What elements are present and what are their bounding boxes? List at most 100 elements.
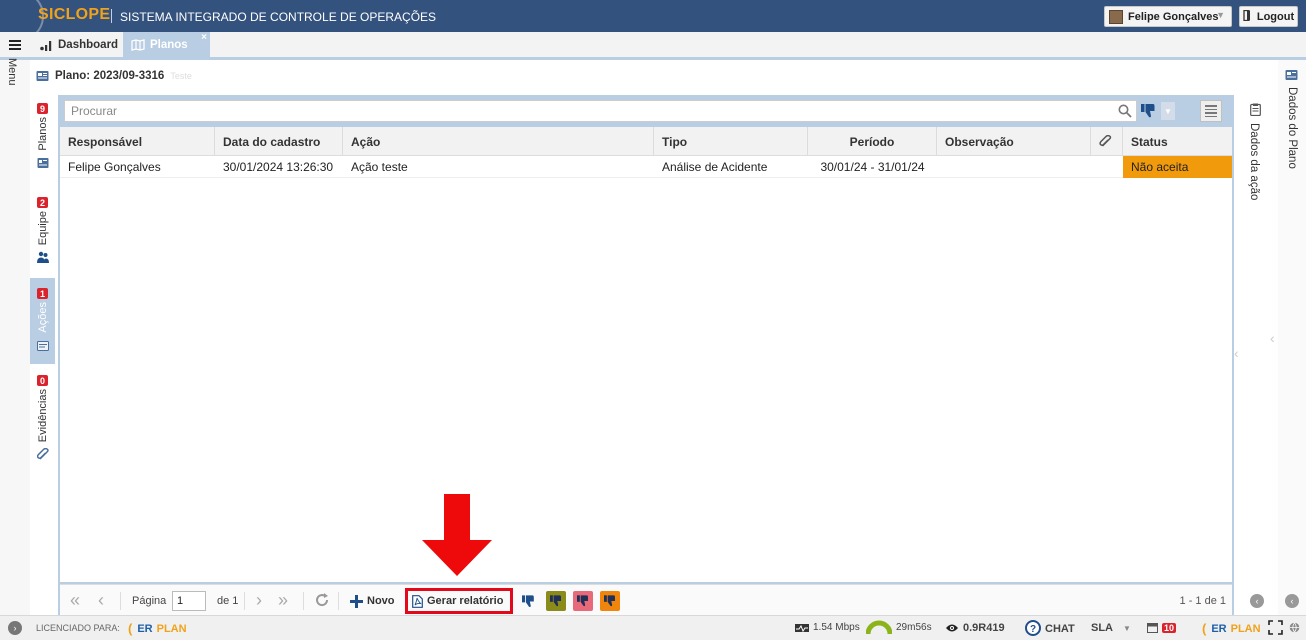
pdf-icon (412, 594, 423, 608)
pager-toolbar: « ‹ Página 1 de 1 › » Novo Gerar relatór… (60, 584, 1232, 615)
erplan-plan: PLAN (1230, 622, 1261, 635)
search-icon[interactable] (1118, 104, 1132, 121)
erplan-mark: ( (128, 621, 133, 636)
notifications[interactable]: 10 (1147, 622, 1177, 633)
app-logo[interactable]: SICLOPE (38, 6, 110, 24)
tab-planos[interactable]: Planos × (123, 32, 210, 58)
last-page-icon[interactable]: » (278, 591, 288, 609)
chat-icon: ? (1025, 620, 1041, 636)
action-details-label: Dados da ação (1248, 123, 1260, 201)
session-timer-value: 29m56s (896, 621, 932, 633)
plan-details-panel-toggle[interactable]: Dados do Plano ‹ (1270, 60, 1306, 615)
column-header-periodo[interactable]: Período (808, 127, 937, 156)
toolbar-divider (338, 592, 339, 610)
column-header-status[interactable]: Status (1123, 127, 1232, 156)
erplan-logo: (ER PLAN (128, 621, 187, 636)
new-action-button[interactable]: Novo (350, 591, 395, 611)
column-header-acao[interactable]: Ação (343, 127, 654, 156)
refresh-icon[interactable] (314, 592, 330, 611)
tab-dashboard[interactable]: Dashboard (32, 32, 126, 58)
session-timer: 29m56s (866, 620, 932, 634)
toolbar-divider (303, 592, 304, 610)
version-info[interactable]: 0.9R419 (945, 622, 1005, 634)
actions-panel: Procurar ▼ Responsável Data do cadastro … (58, 95, 1234, 616)
previous-page-icon[interactable]: ‹ (98, 591, 104, 609)
list-icon-line (1205, 112, 1217, 114)
column-header-observacao[interactable]: Observação (937, 127, 1091, 156)
plus-icon (350, 594, 363, 608)
chat-button[interactable]: ? CHAT (1025, 620, 1075, 636)
version-value: 0.9R419 (963, 622, 1005, 634)
chevron-down-icon: ▼ (1216, 10, 1225, 20)
status-filter-olive[interactable] (546, 591, 566, 611)
logo-divider (111, 9, 112, 23)
close-icon[interactable]: × (201, 32, 207, 43)
red-arrow-annotation (422, 494, 492, 576)
thumbs-down-icon (1141, 104, 1157, 118)
list-icon-line (1205, 105, 1217, 107)
column-menu-button[interactable] (1200, 100, 1222, 122)
top-bar: SICLOPE SISTEMA INTEGRADO DE CONTROLE DE… (0, 0, 1306, 42)
globe-icon[interactable] (1289, 622, 1300, 633)
search-input[interactable]: Procurar (64, 100, 1137, 122)
collapse-right-icon[interactable]: ‹ (1270, 330, 1275, 346)
menu-vertical-label[interactable]: Menu (6, 58, 18, 86)
status-filter-pink[interactable] (573, 591, 593, 611)
list-icon-line (1205, 108, 1217, 110)
user-menu-button[interactable]: Felipe Gonçalves ▼ (1104, 6, 1232, 27)
collapse-left-icon[interactable]: ‹ (1234, 345, 1239, 361)
vtab-planos[interactable]: 9 Planos (30, 103, 55, 178)
table-header: Responsável Data do cadastro Ação Tipo P… (60, 127, 1232, 156)
network-speed: 1.54 Mbps (795, 622, 860, 633)
plan-header: Plano: 2023/09-3316 Teste (36, 70, 192, 82)
column-header-attachment[interactable] (1091, 127, 1123, 156)
page-number-input[interactable]: 1 (172, 591, 206, 611)
cell-tipo: Análise de Acidente (662, 160, 768, 174)
arrow-left-circle-icon[interactable]: ‹ (1250, 594, 1264, 608)
first-page-icon[interactable]: « (70, 591, 80, 609)
tab-planos-label: Planos (150, 39, 188, 51)
hamburger-menu-icon[interactable] (9, 40, 21, 50)
chevron-down-icon[interactable]: ▼ (1161, 102, 1175, 120)
arrow-left-circle-icon[interactable]: ‹ (1285, 594, 1299, 608)
actions-table: Responsável Data do cadastro Ação Tipo P… (60, 127, 1232, 582)
bar-chart-icon (40, 40, 53, 51)
status-filter-orange[interactable] (600, 591, 620, 611)
cell-data-cadastro: 30/01/2024 13:26:30 (223, 160, 334, 174)
vtab-equipe[interactable]: 2 Equipe (30, 197, 55, 269)
logout-label: Logout (1256, 10, 1295, 23)
gauge-icon (866, 620, 892, 634)
action-details-panel-toggle[interactable]: Dados da ação (1244, 95, 1268, 595)
plan-icon (37, 157, 49, 169)
acoes-count-badge: 1 (37, 288, 48, 299)
plan-icon (1285, 69, 1298, 81)
thumbs-down-icon (603, 595, 617, 607)
notification-count-badge: 10 (1162, 622, 1177, 633)
cell-periodo: 30/01/24 - 31/01/24 (820, 160, 925, 174)
thumbs-down-filter-button[interactable]: ▼ (1141, 101, 1181, 121)
evidencias-count-badge: 0 (37, 375, 48, 386)
column-header-tipo[interactable]: Tipo (654, 127, 808, 156)
svg-text:?: ? (1030, 624, 1036, 635)
generate-report-button[interactable]: Gerar relatório (405, 588, 513, 614)
search-row: Procurar ▼ (64, 100, 1222, 122)
toolbar-divider (244, 592, 245, 610)
plan-icon (36, 70, 49, 82)
fullscreen-icon[interactable] (1268, 620, 1283, 635)
user-name: Felipe Gonçalves (1128, 10, 1219, 23)
logout-icon (1243, 9, 1253, 24)
logout-button[interactable]: Logout (1239, 6, 1298, 27)
column-header-responsavel[interactable]: Responsável (60, 127, 215, 156)
status-filter-all[interactable] (519, 591, 539, 611)
next-page-icon[interactable]: › (256, 591, 262, 609)
toolbar-divider (120, 592, 121, 610)
arrow-right-circle-icon[interactable]: › (8, 621, 22, 635)
column-header-data-cadastro[interactable]: Data do cadastro (215, 127, 343, 156)
vtab-acoes[interactable]: 1 Ações (30, 278, 55, 364)
clipboard-icon (1250, 103, 1261, 116)
actions-icon (36, 340, 49, 351)
table-row[interactable]: Felipe Gonçalves 30/01/2024 13:26:30 Açã… (60, 156, 1232, 178)
vtab-evidencias[interactable]: 0 Evidências (30, 375, 55, 465)
sla-dropdown[interactable]: SLA ▼ (1091, 622, 1131, 634)
left-sidebar (0, 60, 30, 615)
